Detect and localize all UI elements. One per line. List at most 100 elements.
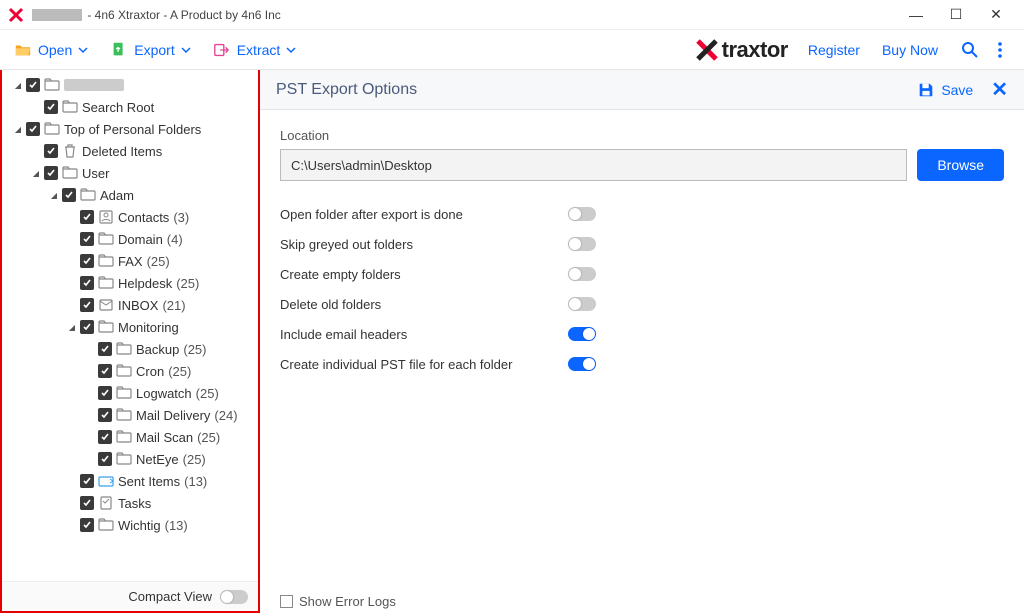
tree-node[interactable]: Domain(4) <box>4 228 256 250</box>
tree-node[interactable]: FAX(25) <box>4 250 256 272</box>
tree-checkbox[interactable] <box>26 122 40 136</box>
option-toggle[interactable] <box>568 237 596 251</box>
expand-toggle[interactable]: ◢ <box>48 191 60 200</box>
maximize-button[interactable]: ☐ <box>936 0 976 30</box>
option-label: Include email headers <box>280 327 560 342</box>
option-label: Skip greyed out folders <box>280 237 560 252</box>
browse-button[interactable]: Browse <box>917 149 1004 181</box>
tree-node[interactable]: Tasks <box>4 492 256 514</box>
tree-node[interactable]: INBOX(21) <box>4 294 256 316</box>
tree-checkbox[interactable] <box>80 298 94 312</box>
close-panel-button[interactable]: ✕ <box>991 77 1008 102</box>
option-toggle[interactable] <box>568 357 596 371</box>
tree-checkbox[interactable] <box>44 166 58 180</box>
tree-checkbox[interactable] <box>62 188 76 202</box>
tree-node[interactable]: Search Root <box>4 96 256 118</box>
tree-label: Helpdesk <box>118 276 172 291</box>
extract-button[interactable]: Extract <box>213 41 297 59</box>
tree-checkbox[interactable] <box>80 254 94 268</box>
tree-checkbox[interactable] <box>44 100 58 114</box>
option-toggle[interactable] <box>568 207 596 221</box>
brand-logo: traxtor <box>694 37 788 63</box>
tree-label: Domain <box>118 232 163 247</box>
tree-checkbox[interactable] <box>80 276 94 290</box>
option-toggle[interactable] <box>568 327 596 341</box>
tree-checkbox[interactable] <box>98 408 112 422</box>
compact-view-toggle[interactable] <box>220 590 248 604</box>
option-toggle[interactable] <box>568 267 596 281</box>
option-toggle[interactable] <box>568 297 596 311</box>
tree-node[interactable]: Cron(25) <box>4 360 256 382</box>
tree-node[interactable]: ◢ Monitoring <box>4 316 256 338</box>
tree-checkbox[interactable] <box>98 342 112 356</box>
tree-checkbox[interactable] <box>98 430 112 444</box>
tree-label: Monitoring <box>118 320 179 335</box>
minimize-button[interactable]: — <box>896 0 936 30</box>
tree-count: (13) <box>184 474 207 489</box>
register-link[interactable]: Register <box>808 42 860 58</box>
expand-toggle[interactable]: ◢ <box>66 323 78 332</box>
panel-title: PST Export Options <box>276 81 917 99</box>
folder-icon <box>62 165 78 181</box>
tree-checkbox[interactable] <box>98 452 112 466</box>
tree-node[interactable]: Contacts(3) <box>4 206 256 228</box>
tree-checkbox[interactable] <box>80 232 94 246</box>
tree-label: Deleted Items <box>82 144 162 159</box>
open-button[interactable]: Open <box>14 41 88 59</box>
folder-icon <box>116 451 132 467</box>
search-icon[interactable] <box>960 40 980 60</box>
tree-node[interactable]: Sent Items (13) <box>4 470 256 492</box>
tree-checkbox[interactable] <box>44 144 58 158</box>
tree-node[interactable]: Backup (25) <box>4 338 256 360</box>
tree-label: Wichtig <box>118 518 161 533</box>
tree-node[interactable]: Deleted Items <box>4 140 256 162</box>
show-error-logs-checkbox[interactable] <box>280 595 293 608</box>
tree-node[interactable]: ◢User <box>4 162 256 184</box>
location-input[interactable] <box>280 149 907 181</box>
tree-label: Backup <box>136 342 179 357</box>
tree-node[interactable]: NetEye(25) <box>4 448 256 470</box>
tree-checkbox[interactable] <box>80 474 94 488</box>
export-icon <box>110 41 128 59</box>
more-menu-icon[interactable] <box>990 40 1010 60</box>
save-button[interactable]: Save <box>917 81 973 99</box>
titlebar: - 4n6 Xtraxtor - A Product by 4n6 Inc — … <box>0 0 1024 30</box>
tree-node[interactable]: Mail Delivery(24) <box>4 404 256 426</box>
tree-node[interactable]: Mail Scan(25) <box>4 426 256 448</box>
tree-label: Contacts <box>118 210 169 225</box>
tree-node[interactable]: Logwatch(25) <box>4 382 256 404</box>
folder-icon <box>116 407 132 423</box>
folder-icon <box>116 363 132 379</box>
window-title: - 4n6 Xtraxtor - A Product by 4n6 Inc <box>30 8 896 22</box>
show-error-logs-row[interactable]: Show Error Logs <box>280 594 396 609</box>
option-row: Create individual PST file for each fold… <box>280 349 1004 379</box>
expand-toggle[interactable]: ◢ <box>12 125 24 134</box>
tree-count: (25) <box>183 342 206 357</box>
tree-checkbox[interactable] <box>80 518 94 532</box>
folder-icon <box>98 253 114 269</box>
tree-label: Sent Items <box>118 474 180 489</box>
tree-node[interactable]: ◢Top of Personal Folders <box>4 118 256 140</box>
option-row: Open folder after export is done <box>280 199 1004 229</box>
tree-node[interactable]: ◢ <box>4 74 256 96</box>
tree-label: Adam <box>100 188 134 203</box>
contacts-icon <box>98 209 114 225</box>
export-button[interactable]: Export <box>110 41 190 59</box>
tree-checkbox[interactable] <box>26 78 40 92</box>
expand-toggle[interactable]: ◢ <box>12 81 24 90</box>
buy-now-link[interactable]: Buy Now <box>882 42 938 58</box>
tree-checkbox[interactable] <box>98 386 112 400</box>
tree-checkbox[interactable] <box>80 320 94 334</box>
close-window-button[interactable]: ✕ <box>976 0 1016 30</box>
tree-checkbox[interactable] <box>80 210 94 224</box>
expand-toggle[interactable]: ◢ <box>30 169 42 178</box>
app-icon <box>8 7 24 23</box>
tree-checkbox[interactable] <box>80 496 94 510</box>
tree-node[interactable]: Wichtig(13) <box>4 514 256 536</box>
tree-node[interactable]: ◢ Adam <box>4 184 256 206</box>
tree-count: (25) <box>147 254 170 269</box>
tree-node[interactable]: Helpdesk(25) <box>4 272 256 294</box>
tree-checkbox[interactable] <box>98 364 112 378</box>
option-row: Include email headers <box>280 319 1004 349</box>
option-label: Create individual PST file for each fold… <box>280 357 560 372</box>
